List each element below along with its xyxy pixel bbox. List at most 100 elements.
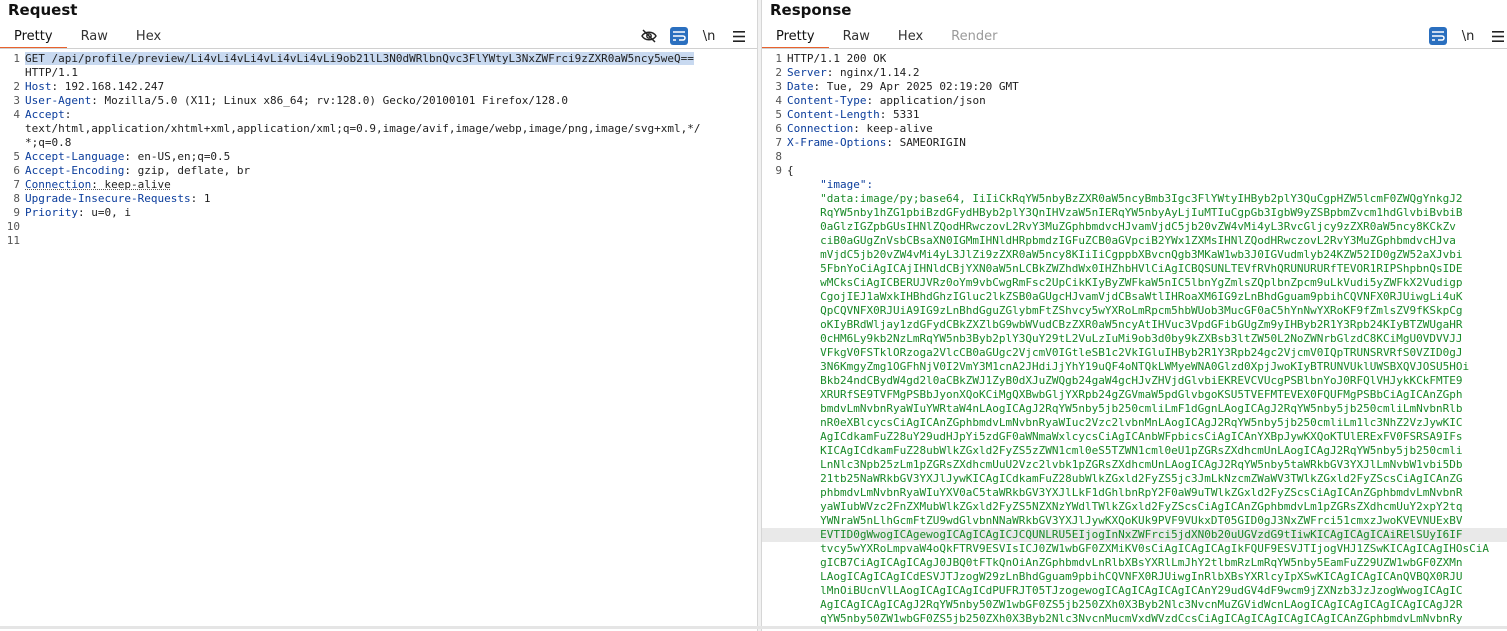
- line-number: [762, 416, 787, 430]
- code-token: 0cHM6Ly9kb2NzLmRqYW5nb3Byb2plY3QuY29tL2V…: [787, 332, 1463, 345]
- eye-off-icon[interactable]: [640, 27, 658, 45]
- line-number: [762, 192, 787, 206]
- request-tabs: Pretty Raw Hex: [0, 28, 175, 49]
- line-number: 4: [775, 94, 782, 107]
- response-pane: Response Pretty Raw Hex Render \n 1 HTTP/…: [762, 0, 1507, 631]
- line-text: phbmdvLmNvbnRyaWIuYXV0aC5taWRkbGV3YXJlLk…: [787, 486, 1462, 500]
- tab-response-raw[interactable]: Raw: [829, 28, 884, 47]
- code-token: : SAMEORIGIN: [886, 136, 966, 149]
- code-token: : nginx/1.14.2: [826, 66, 920, 79]
- code-token: lMnOiBUcnVlLAogICAgICAgICdPUFRJT05TJzoge…: [787, 584, 1463, 597]
- code-line: KICAgICdkamFuZ28ubWlkZGxld2FyZS5zZWN1cml…: [762, 444, 1507, 458]
- line-number: [762, 402, 787, 416]
- line-number: [762, 262, 787, 276]
- code-token: 0aGlzIGZpbGUsIHNlZQodHRwczovL2RvY3MuZGph…: [787, 220, 1456, 233]
- code-token: RqYW5nby1hZG1pbiBzdGFydHByb2plY3QnIHVzaW…: [787, 206, 1463, 219]
- tab-request-raw[interactable]: Raw: [67, 28, 122, 47]
- tab-request-hex[interactable]: Hex: [122, 28, 175, 47]
- newline-icon[interactable]: \n: [700, 27, 718, 45]
- tab-response-render[interactable]: Render: [937, 28, 1011, 47]
- line-number: [762, 360, 787, 374]
- code-line: XRURfSE9TVFMgPSBbJyonXQoKCiMgQXBwbGljYXR…: [762, 388, 1507, 402]
- line-text: LAogICAgICAgICdESVJTJzogW29zLnBhdGguam9p…: [787, 570, 1462, 584]
- line-text: CgojIEJ1aWxkIHBhdGhzIGluc2lkZSB0aGUgcHJv…: [787, 290, 1462, 304]
- line-number: [762, 584, 787, 598]
- code-token: LnNlc3Npb25zLm1pZGRsZXdhcmUuU2Vzc2lvbk1p…: [787, 458, 1463, 471]
- code-line: 10: [0, 220, 757, 234]
- line-text: XRURfSE9TVFMgPSBbJyonXQoKCiMgQXBwbGljYXR…: [787, 388, 1462, 402]
- line-text: "image":: [787, 178, 873, 192]
- line-text: "data:image/py;base64, IiIiCkRqYW5nbyBzZ…: [787, 192, 1462, 206]
- code-line: Bkb24ndCBydW4gd2l0aCBkZWJ1ZyB0dXJuZWQgb2…: [762, 374, 1507, 388]
- tab-request-pretty[interactable]: Pretty: [0, 28, 67, 49]
- line-text: 21tb25NaWRkbGV3YXJlJywKICAgICdkamFuZ28ub…: [787, 472, 1462, 486]
- request-editor[interactable]: 1 GET /api/profile/preview/Li4vLi4vLi4vLi…: [0, 52, 757, 631]
- menu-icon[interactable]: [730, 27, 748, 45]
- line-number: 7: [13, 178, 20, 191]
- code-line: RqYW5nby1hZG1pbiBzdGFydHByb2plY3QnIHVzaW…: [762, 206, 1507, 220]
- line-text: Content-Length: 5331: [787, 108, 919, 122]
- line-text: mVjdC5jb20vZW4vMi4yL3JlZi9zZXR0aW5ncy8KI…: [787, 248, 1462, 262]
- horizontal-scrollbar[interactable]: [0, 626, 1507, 629]
- code-token: Accept-Encoding: [25, 164, 125, 177]
- code-token: tvcy5wYXRoLmpvaW4oQkFTRV9ESVIsICJ0ZW1wbG…: [787, 542, 1489, 555]
- response-toolbar: \n: [1429, 27, 1507, 45]
- code-token: *;q=0.8: [25, 136, 72, 149]
- code-token: gICB7CiAgICAgICAgJ0JBQ0tFTkQnOiAnZGphbmd…: [787, 556, 1463, 569]
- code-token: :: [64, 108, 72, 121]
- code-line: 1 HTTP/1.1 200 OK: [762, 52, 1507, 66]
- code-line: 2 Server: nginx/1.14.2: [762, 66, 1507, 80]
- line-text: 3N6KmgyZmg1OGFhNjV0I2VmY3M1cnA2JHdiJjYhY…: [787, 360, 1469, 374]
- code-token: Connection: [25, 178, 92, 191]
- tab-response-pretty[interactable]: Pretty: [762, 28, 829, 49]
- line-text: User-Agent: Mozilla/5.0 (X11; Linux x86_…: [25, 94, 568, 108]
- code-line: 8 Upgrade-Insecure-Requests: 1: [0, 192, 757, 206]
- code-token: Connection: [787, 122, 854, 135]
- line-number: [762, 598, 787, 612]
- line-text: QpCQVNFX0RJUiA9IG9zLnBhdGguZGlybmFtZShvc…: [787, 304, 1462, 318]
- line-number: 8: [13, 192, 20, 205]
- code-line: 9{: [762, 164, 1507, 178]
- code-token: 3N6KmgyZmg1OGFhNjV0I2VmY3M1cnA2JHdiJjYhY…: [787, 360, 1470, 373]
- response-title: Response: [770, 1, 852, 19]
- line-number: [762, 500, 787, 514]
- wrap-icon[interactable]: [670, 27, 688, 45]
- line-text: EVTID0gWwogICAgewogICAgICAgICJCQUNLRU5EI…: [787, 528, 1463, 542]
- code-token: Accept-Language: [25, 150, 125, 163]
- line-text: bmdvLmNvbnRyaWIuYWRtaW4nLAogICAgJ2RqYW5n…: [787, 402, 1462, 416]
- code-token: text/html,application/xhtml+xml,applicat…: [25, 122, 701, 135]
- code-line: YWNraW5nLlhGcmFtZU9wdGlvbnNNaWRkbGV3YXJl…: [762, 514, 1507, 528]
- line-number: 9: [13, 206, 20, 219]
- line-number: 7: [775, 136, 782, 149]
- response-editor[interactable]: 1 HTTP/1.1 200 OK 2 Server: nginx/1.14.2 3 Da…: [762, 52, 1507, 631]
- code-line: yaWIubWVzc2FnZXMubWlkZGxld2FyZS5NZXNzYWd…: [762, 500, 1507, 514]
- code-line: ciB0aGUgZnVsbCBsaXN0IGMmIHNldHRpbmdzIGFu…: [762, 234, 1507, 248]
- code-token: VFkgV0FSTklORzoga2VlcCB0aGUgc2VjcmV0IGtl…: [787, 346, 1463, 359]
- line-number: [762, 514, 787, 528]
- line-number: [762, 556, 787, 570]
- newline-icon[interactable]: \n: [1459, 27, 1477, 45]
- line-number: 3: [13, 94, 20, 107]
- code-line: 2 Host: 192.168.142.247: [0, 80, 757, 94]
- line-text: qYW5nby50ZW1wbGF0ZS5jb250ZXh0X3Byb2Nlc3N…: [787, 612, 1462, 626]
- code-token: oKIyBRdWljay1zdGFydCBkZXZlbG9wbWVudCBzZX…: [787, 318, 1463, 331]
- tab-response-hex[interactable]: Hex: [884, 28, 937, 47]
- code-token: Server: [787, 66, 827, 79]
- code-token: Date: [787, 80, 814, 93]
- menu-icon[interactable]: [1489, 27, 1507, 45]
- code-line: 6 Accept-Encoding: gzip, deflate, br: [0, 164, 757, 178]
- wrap-icon[interactable]: [1429, 27, 1447, 45]
- code-token: YWNraW5nLlhGcmFtZU9wdGlvbnNNaWRkbGV3YXJl…: [787, 514, 1463, 527]
- line-text: oKIyBRdWljay1zdGFydCBkZXZlbG9wbWVudCBzZX…: [787, 318, 1463, 332]
- line-number: [0, 136, 25, 150]
- line-number: [762, 542, 787, 556]
- code-line: AgICAgICAgICAgJ2RqYW5nby50ZW1wbGF0ZS5jb2…: [762, 598, 1507, 612]
- code-token: : en-US,en;q=0.5: [124, 150, 231, 163]
- code-line: gICB7CiAgICAgICAgJ0JBQ0tFTkQnOiAnZGphbmd…: [762, 556, 1507, 570]
- code-token: {: [787, 164, 794, 177]
- code-line: 0aGlzIGZpbGUsIHNlZQodHRwczovL2RvY3MuZGph…: [762, 220, 1507, 234]
- line-text: wMCksCiAgICBERUJVRz0oYm9vbCwgRmFsc2UpCik…: [787, 276, 1462, 290]
- request-pane: Request Pretty Raw Hex \n 1 GET /api/prof…: [0, 0, 757, 631]
- line-number: [762, 178, 787, 192]
- code-token: EVTID0gWwogICAgewogICAgICAgICJCQUNLRU5EI…: [787, 528, 1463, 541]
